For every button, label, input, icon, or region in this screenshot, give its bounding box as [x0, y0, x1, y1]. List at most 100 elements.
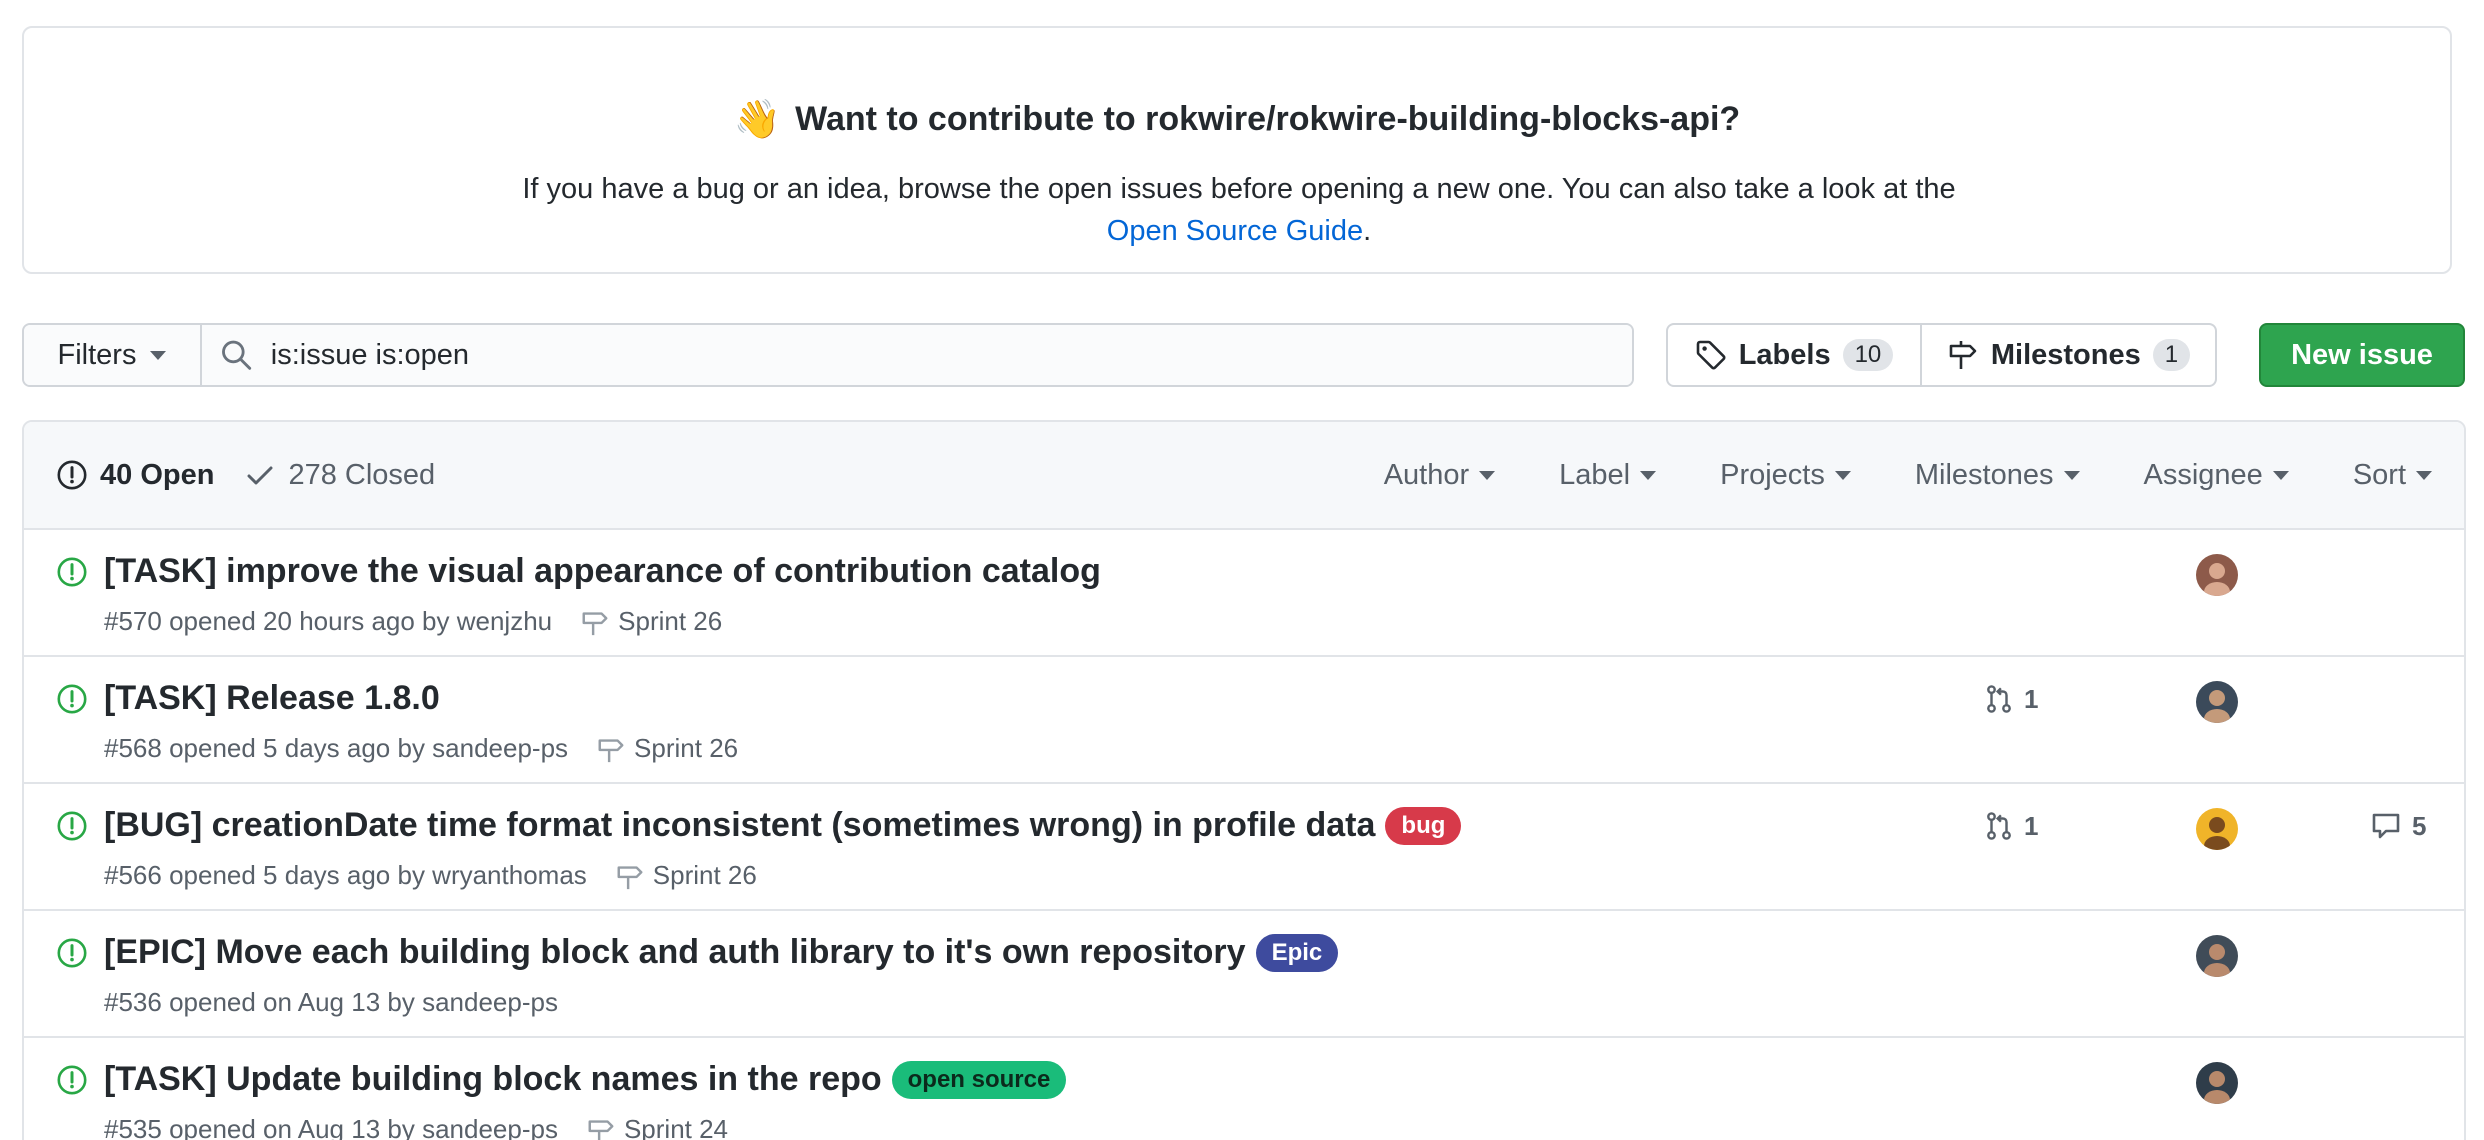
avatar-image — [2196, 554, 2238, 596]
issue-row[interactable]: [TASK] Release 1.8.0 #568 opened 5 days … — [24, 657, 2464, 784]
issue-title-group: [TASK] improve the visual appearance of … — [104, 552, 1101, 591]
issue-row[interactable]: [EPIC] Move each building block and auth… — [24, 911, 2464, 1038]
caret-down-icon — [2416, 470, 2432, 480]
milestones-filter[interactable]: Milestones — [1915, 459, 2080, 492]
issue-meta-text: #570 opened 20 hours ago by wenjzhu — [104, 606, 553, 636]
avatar-image — [2196, 935, 2238, 977]
issue-meta-text: #536 opened on Aug 13 by sandeep-ps — [104, 987, 558, 1017]
issue-row[interactable]: [TASK] Update building block names in th… — [24, 1038, 2464, 1140]
issue-title-group: [EPIC] Move each building block and auth… — [104, 933, 1339, 972]
pull-request-icon — [1987, 685, 2011, 713]
linked-pr-count: 1 — [2024, 810, 2039, 841]
banner-text-body: If you have a bug or an idea, browse the… — [522, 173, 1956, 205]
issue-search-input[interactable] — [270, 338, 1632, 372]
labels-milestones-nav: Labels 10 Milestones 1 — [1666, 323, 2217, 387]
filters-label: Filters — [57, 338, 137, 371]
caret-down-icon — [1479, 470, 1496, 480]
tag-icon — [1696, 340, 1726, 370]
issue-milestone-link[interactable]: Sprint 24 — [624, 1114, 728, 1140]
pull-request-icon — [1987, 812, 2011, 840]
issue-label-badge[interactable]: bug — [1385, 806, 1462, 845]
caret-down-icon — [150, 350, 167, 360]
comments-link[interactable]: 5 — [2370, 810, 2426, 842]
assignee-filter[interactable]: Assignee — [2144, 459, 2289, 492]
comments-count: 5 — [2412, 810, 2427, 841]
linked-pr-link[interactable]: 1 — [1984, 683, 2038, 715]
check-icon — [247, 466, 273, 485]
closed-count-label: 278 Closed — [288, 458, 436, 491]
issue-milestone-link[interactable]: Sprint 26 — [618, 606, 722, 637]
issue-title-link[interactable]: [TASK] Update building block names in th… — [104, 1060, 882, 1099]
open-source-guide-link[interactable]: Open Source Guide — [1107, 215, 1363, 247]
filters-dropdown-button[interactable]: Filters — [24, 325, 202, 385]
milestones-count-badge: 1 — [2152, 339, 2191, 371]
issue-milestone-link[interactable]: Sprint 26 — [634, 733, 738, 764]
issue-title-link[interactable]: [TASK] Release 1.8.0 — [104, 679, 440, 718]
caret-down-icon — [1640, 470, 1657, 480]
assignee-avatar[interactable] — [2196, 1062, 2238, 1104]
issue-row[interactable]: [TASK] improve the visual appearance of … — [24, 530, 2464, 657]
comment-icon — [2372, 813, 2400, 839]
author-filter-label: Author — [1383, 458, 1470, 491]
closed-issues-tab[interactable]: 278 Closed — [244, 459, 435, 492]
sort-filter[interactable]: Sort — [2353, 459, 2432, 492]
issue-title-link[interactable]: [TASK] improve the visual appearance of … — [104, 552, 1101, 591]
wave-emoji-icon: 👋 — [733, 98, 782, 141]
assignee-filter-label: Assignee — [2143, 458, 2263, 491]
issue-meta: #566 opened 5 days ago by wryanthomas Sp… — [104, 860, 757, 891]
issue-open-icon — [57, 460, 87, 490]
milestone-icon — [582, 611, 608, 635]
banner-text: If you have a bug or an idea, browse the… — [484, 168, 1994, 252]
labels-count-badge: 10 — [1842, 339, 1894, 371]
milestones-filter-label: Milestones — [1914, 458, 2054, 491]
milestone-icon — [598, 738, 624, 762]
milestones-label: Milestones — [1990, 338, 2141, 371]
milestone-icon — [1949, 341, 1977, 369]
linked-pr-link[interactable]: 1 — [1984, 810, 2038, 842]
projects-filter-label: Projects — [1720, 458, 1825, 491]
projects-filter[interactable]: Projects — [1720, 459, 1851, 492]
issue-meta: #570 opened 20 hours ago by wenjzhu Spri… — [104, 606, 722, 637]
assignee-avatar[interactable] — [2196, 808, 2238, 850]
labels-button[interactable]: Labels 10 — [1668, 325, 1922, 385]
new-issue-button[interactable]: New issue — [2259, 323, 2465, 387]
issue-milestone-link[interactable]: Sprint 26 — [653, 860, 757, 891]
linked-pr-count: 1 — [2024, 683, 2039, 714]
milestone-icon — [588, 1119, 614, 1140]
issue-title-group: [BUG] creationDate time format inconsist… — [104, 806, 1462, 845]
issues-list-box: 40 Open 278 Closed Author Label Projects… — [22, 420, 2466, 1140]
issue-title-link[interactable]: [EPIC] Move each building block and auth… — [104, 933, 1246, 972]
label-filter-label: Label — [1559, 458, 1631, 491]
open-issues-tab[interactable]: 40 Open — [56, 459, 214, 492]
banner-title-text: Want to contribute to rokwire/rokwire-bu… — [795, 100, 1741, 138]
issue-label-badge[interactable]: Epic — [1255, 933, 1339, 972]
author-filter[interactable]: Author — [1383, 458, 1496, 492]
banner-text-end: . — [1363, 215, 1372, 247]
contribute-banner: 👋 Want to contribute to rokwire/rokwire-… — [22, 26, 2452, 274]
issue-open-icon — [57, 557, 87, 587]
assignee-avatar[interactable] — [2196, 681, 2238, 723]
filters-search-group: Filters — [22, 323, 1634, 387]
issue-open-icon — [57, 938, 87, 968]
issues-list-header: 40 Open 278 Closed Author Label Projects… — [24, 422, 2464, 530]
issue-meta: #535 opened on Aug 13 by sandeep-ps Spri… — [104, 1114, 728, 1140]
milestone-icon — [617, 865, 643, 889]
open-count-label: 40 Open — [100, 458, 215, 491]
issue-open-icon — [57, 1065, 87, 1095]
issue-open-icon — [57, 811, 87, 841]
assignee-avatar[interactable] — [2196, 935, 2238, 977]
issue-rows: [TASK] improve the visual appearance of … — [24, 530, 2464, 1140]
issue-label-badge[interactable]: open source — [891, 1060, 1067, 1099]
assignee-avatar[interactable] — [2196, 554, 2238, 596]
sort-filter-label: Sort — [2352, 458, 2406, 491]
issue-title-group: [TASK] Release 1.8.0 — [104, 679, 440, 718]
avatar-image — [2196, 681, 2238, 723]
avatar-image — [2196, 1062, 2238, 1104]
issue-meta-text: #566 opened 5 days ago by wryanthomas — [104, 860, 587, 890]
label-filter[interactable]: Label — [1559, 458, 1657, 492]
issue-title-link[interactable]: [BUG] creationDate time format inconsist… — [104, 806, 1375, 845]
issue-title-group: [TASK] Update building block names in th… — [104, 1060, 1067, 1099]
banner-title: 👋 Want to contribute to rokwire/rokwire-… — [24, 100, 2450, 139]
issue-row[interactable]: [BUG] creationDate time format inconsist… — [24, 784, 2464, 911]
milestones-button[interactable]: Milestones 1 — [1922, 325, 2215, 385]
